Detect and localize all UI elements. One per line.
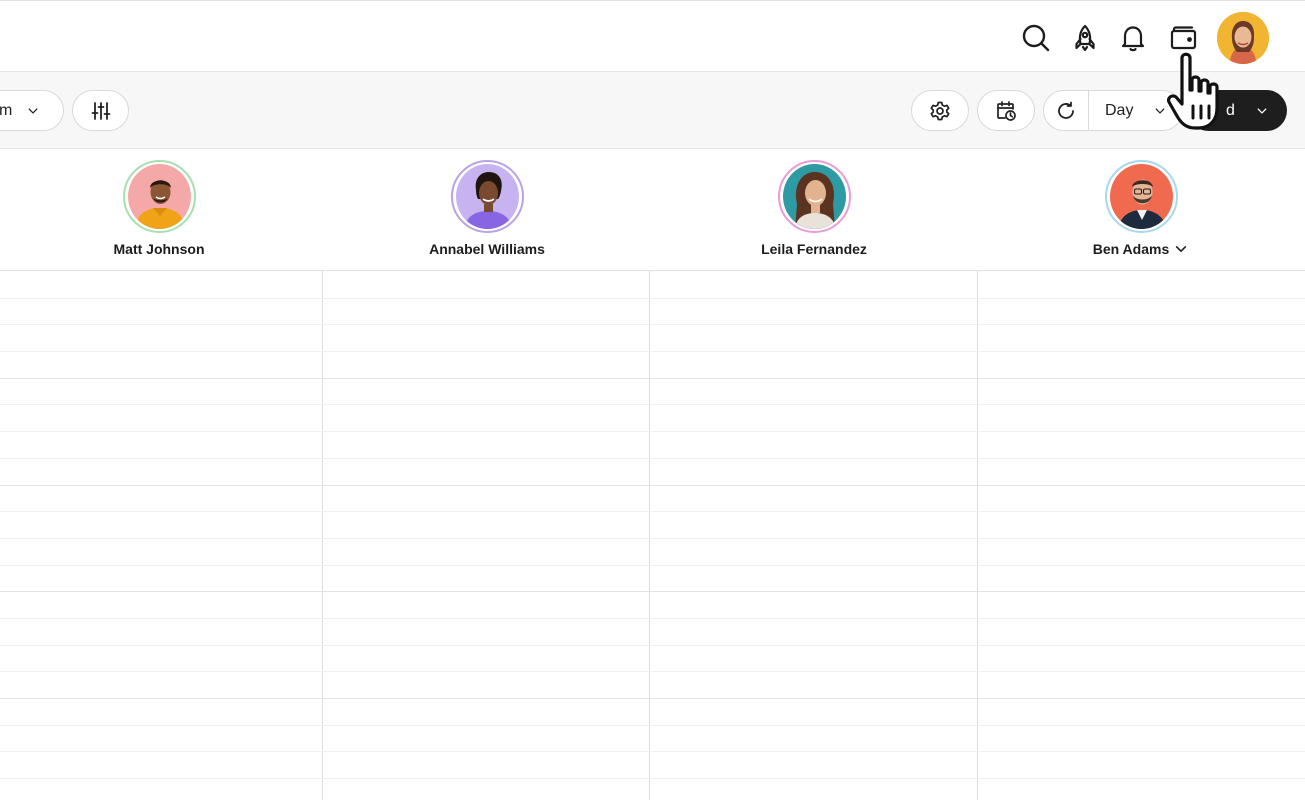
grid-row-line: [0, 431, 1305, 432]
team-member-name-text: Matt Johnson: [113, 241, 205, 257]
filters-button[interactable]: [72, 90, 129, 131]
day-range-label: Day: [1105, 101, 1134, 119]
schedule-grid[interactable]: [0, 271, 1305, 800]
grid-row-line: [0, 298, 1305, 299]
chevron-down-icon: [1155, 107, 1165, 114]
team-member-annabel-williams[interactable]: Annabel Williams: [387, 160, 587, 259]
team-member-name: Leila Fernandez: [761, 241, 867, 257]
refresh-icon: [1058, 101, 1074, 119]
team-member-matt-johnson[interactable]: Matt Johnson: [59, 160, 259, 259]
team-member-name-text: Ben Adams: [1092, 241, 1170, 257]
toolbar: m Day d: [0, 72, 1305, 149]
avatar-ring: [777, 160, 851, 233]
avatar: [782, 164, 846, 229]
top-bar: [0, 0, 1305, 72]
grid-row-line: [0, 404, 1305, 405]
avatar-ring: [122, 160, 196, 233]
refresh-button[interactable]: [1044, 91, 1088, 130]
grid-hour-line: [0, 378, 1305, 379]
team-member-name-text: Annabel Williams: [429, 241, 545, 257]
grid-row-line: [0, 351, 1305, 352]
avatar-ring: [1104, 160, 1178, 233]
avatar-ring: [450, 160, 524, 233]
chevron-down-icon[interactable]: [1173, 241, 1189, 257]
schedule-button[interactable]: [977, 90, 1035, 131]
day-range-dropdown[interactable]: Day: [1089, 91, 1183, 130]
grid-row-line: [0, 645, 1305, 646]
rocket-icon[interactable]: [1066, 19, 1104, 57]
gear-icon: [930, 101, 950, 120]
grid-hour-line: [0, 485, 1305, 486]
avatar: [1109, 164, 1173, 229]
grid-row-line: [0, 511, 1305, 512]
team-member-header: Matt Johnson Annabel Williams Leila Fern…: [0, 149, 1305, 271]
chevron-down-icon: [28, 107, 38, 114]
grid-hour-line: [0, 591, 1305, 592]
current-user-avatar[interactable]: [1217, 12, 1269, 64]
settings-button[interactable]: [911, 90, 969, 131]
avatar: [455, 164, 519, 229]
grid-row-line: [0, 324, 1305, 325]
team-member-name-text: Leila Fernandez: [761, 241, 867, 257]
view-filter-dropdown[interactable]: m: [0, 90, 64, 131]
grid-row-line: [0, 778, 1305, 779]
sliders-icon: [91, 101, 110, 120]
grid-hour-line: [0, 698, 1305, 699]
view-filter-label: m: [0, 101, 13, 119]
add-dropdown-button[interactable]: d: [1188, 90, 1287, 131]
calendar-clock-icon: [997, 100, 1016, 121]
avatar: [127, 164, 191, 229]
grid-row-line: [0, 458, 1305, 459]
search-icon[interactable]: [1017, 19, 1055, 57]
team-member-name: Matt Johnson: [114, 241, 205, 257]
day-range-group: Day: [1043, 90, 1183, 131]
grid-row-line: [0, 671, 1305, 672]
grid-row-line: [0, 725, 1305, 726]
chevron-down-icon: [1257, 107, 1267, 114]
grid-row-line: [0, 538, 1305, 539]
team-member-leila-fernandez[interactable]: Leila Fernandez: [714, 160, 914, 259]
grid-row-line: [0, 751, 1305, 752]
team-member-name: Ben Adams: [1093, 241, 1190, 257]
add-dropdown-label: d: [1226, 101, 1235, 119]
grid-row-line: [0, 618, 1305, 619]
team-member-name: Annabel Williams: [429, 241, 545, 257]
bell-icon[interactable]: [1114, 19, 1152, 57]
team-member-ben-adams[interactable]: Ben Adams: [1041, 160, 1241, 259]
grid-row-line: [0, 565, 1305, 566]
wallet-icon[interactable]: [1164, 19, 1202, 57]
